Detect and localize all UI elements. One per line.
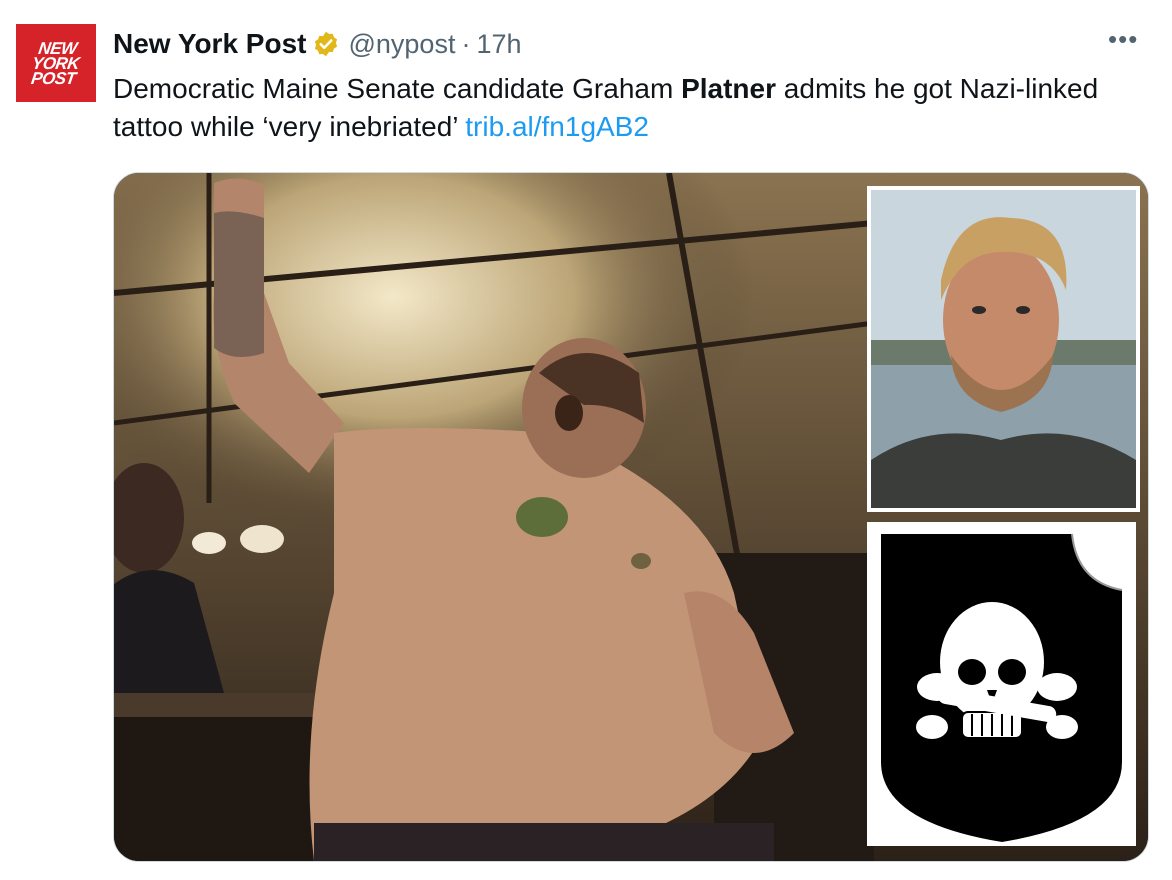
avatar-logo-text: NEW YORK POST xyxy=(30,38,81,88)
tweet-timestamp[interactable]: 17h xyxy=(476,29,521,60)
tweet-body: Democratic Maine Senate candidate Graham… xyxy=(113,70,1143,146)
tweet-link[interactable]: trib.al/fn1gAB2 xyxy=(465,111,649,142)
skull-insignia-icon xyxy=(881,533,1123,842)
inset-symbol-image xyxy=(867,522,1136,846)
tweet-header: New York Post @nypost · 17h xyxy=(113,28,522,60)
separator-dot: · xyxy=(461,28,471,59)
account-avatar[interactable]: NEW YORK POST xyxy=(16,24,96,102)
tweet-text-part: Democratic Maine Senate candidate Graham xyxy=(113,73,682,104)
tweet-media[interactable] xyxy=(113,172,1149,862)
account-handle[interactable]: @nypost xyxy=(348,29,455,60)
account-name[interactable]: New York Post xyxy=(113,28,306,60)
inset-portrait-photo xyxy=(867,186,1140,512)
more-options-icon[interactable]: ••• xyxy=(1108,24,1138,55)
verified-badge-icon[interactable] xyxy=(312,30,340,58)
portrait-image xyxy=(871,190,1136,508)
tweet-text-bold: Platner xyxy=(681,73,777,104)
